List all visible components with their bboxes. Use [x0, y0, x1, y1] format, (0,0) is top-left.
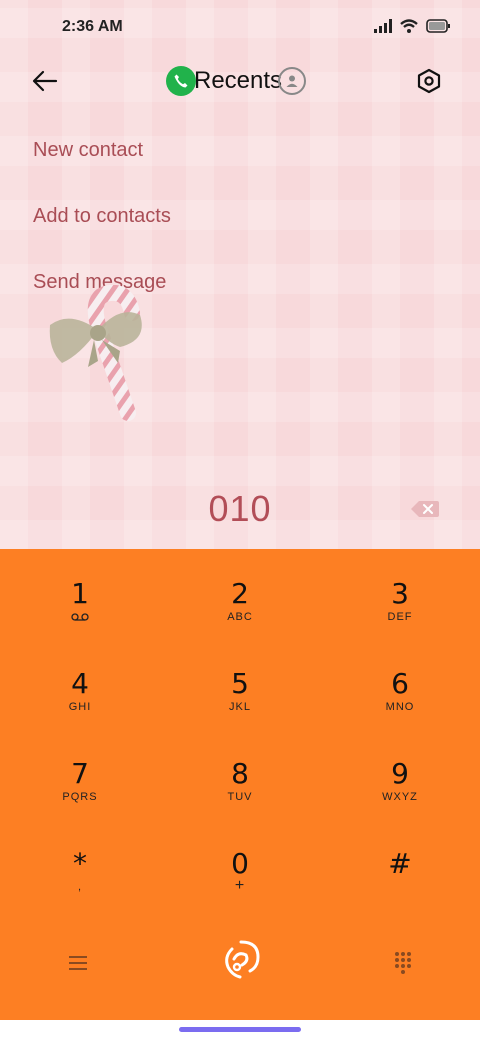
- key-5[interactable]: 5 JKL: [160, 639, 320, 729]
- dialer-actions: [0, 929, 480, 999]
- key-hash[interactable]: #: [320, 819, 480, 909]
- key-letters: WXYZ: [382, 791, 418, 803]
- key-letters: +: [234, 877, 246, 894]
- key-3[interactable]: 3 DEF: [320, 549, 480, 639]
- status-bar: 2:36 AM: [0, 0, 480, 56]
- contact-avatar-icon[interactable]: [278, 67, 307, 95]
- signal-icon: [374, 19, 392, 33]
- key-4[interactable]: 4 GHI: [0, 639, 160, 729]
- back-arrow-icon[interactable]: [30, 68, 60, 94]
- key-digit: 3: [391, 577, 409, 610]
- home-indicator[interactable]: [179, 1027, 301, 1032]
- call-icon: [225, 940, 260, 979]
- key-letters: MNO: [385, 701, 415, 713]
- wifi-icon: [400, 19, 418, 33]
- status-time: 2:36 AM: [62, 18, 123, 35]
- key-letters: ,: [77, 881, 83, 893]
- settings-icon[interactable]: [416, 68, 442, 94]
- backspace-icon[interactable]: [410, 499, 440, 519]
- dialpad-icon[interactable]: [394, 951, 412, 975]
- key-star[interactable]: * ,: [0, 819, 160, 909]
- new-contact-option[interactable]: New contact: [33, 132, 171, 198]
- key-digit: 0: [231, 847, 249, 880]
- call-button[interactable]: [210, 929, 272, 991]
- key-letters: JKL: [229, 701, 251, 713]
- title-group: Recents: [166, 64, 307, 98]
- phone-icon: [166, 66, 196, 96]
- key-8[interactable]: 8 TUV: [160, 729, 320, 819]
- key-0[interactable]: 0 +: [160, 819, 320, 909]
- key-letters: ABC: [227, 611, 253, 623]
- candy-cane-decoration: [49, 285, 142, 421]
- key-9[interactable]: 9 WXYZ: [320, 729, 480, 819]
- key-digit: 9: [391, 757, 409, 790]
- key-letters: TUV: [227, 791, 253, 803]
- key-letters: DEF: [387, 611, 413, 623]
- key-digit: 2: [231, 577, 249, 610]
- key-6[interactable]: 6 MNO: [320, 639, 480, 729]
- key-7[interactable]: 7 PQRS: [0, 729, 160, 819]
- key-letters: GHI: [68, 701, 92, 713]
- page-title: Recents: [194, 67, 283, 94]
- key-1[interactable]: 1: [0, 549, 160, 639]
- battery-icon: [426, 19, 450, 33]
- key-digit: 6: [391, 667, 409, 700]
- key-digit: 5: [231, 667, 249, 700]
- menu-icon[interactable]: [68, 955, 88, 971]
- add-to-contacts-option[interactable]: Add to contacts: [33, 198, 171, 264]
- dialed-number: 010: [208, 488, 272, 529]
- key-2[interactable]: 2 ABC: [160, 549, 320, 639]
- key-digit: 1: [71, 577, 89, 610]
- key-digit: 7: [71, 757, 89, 790]
- key-digit: *: [73, 847, 87, 880]
- navigation-bar: [0, 1020, 480, 1040]
- key-letters: PQRS: [62, 791, 98, 803]
- voicemail-icon: [71, 613, 89, 621]
- key-digit: 8: [231, 757, 249, 790]
- keypad: 1 2 ABC 3 DEF 4 GHI 5 JKL 6 MNO 7 PQRS 8…: [0, 549, 480, 1020]
- toolbar: Recents: [0, 56, 480, 106]
- key-digit: 4: [71, 667, 89, 700]
- key-digit: #: [388, 847, 412, 880]
